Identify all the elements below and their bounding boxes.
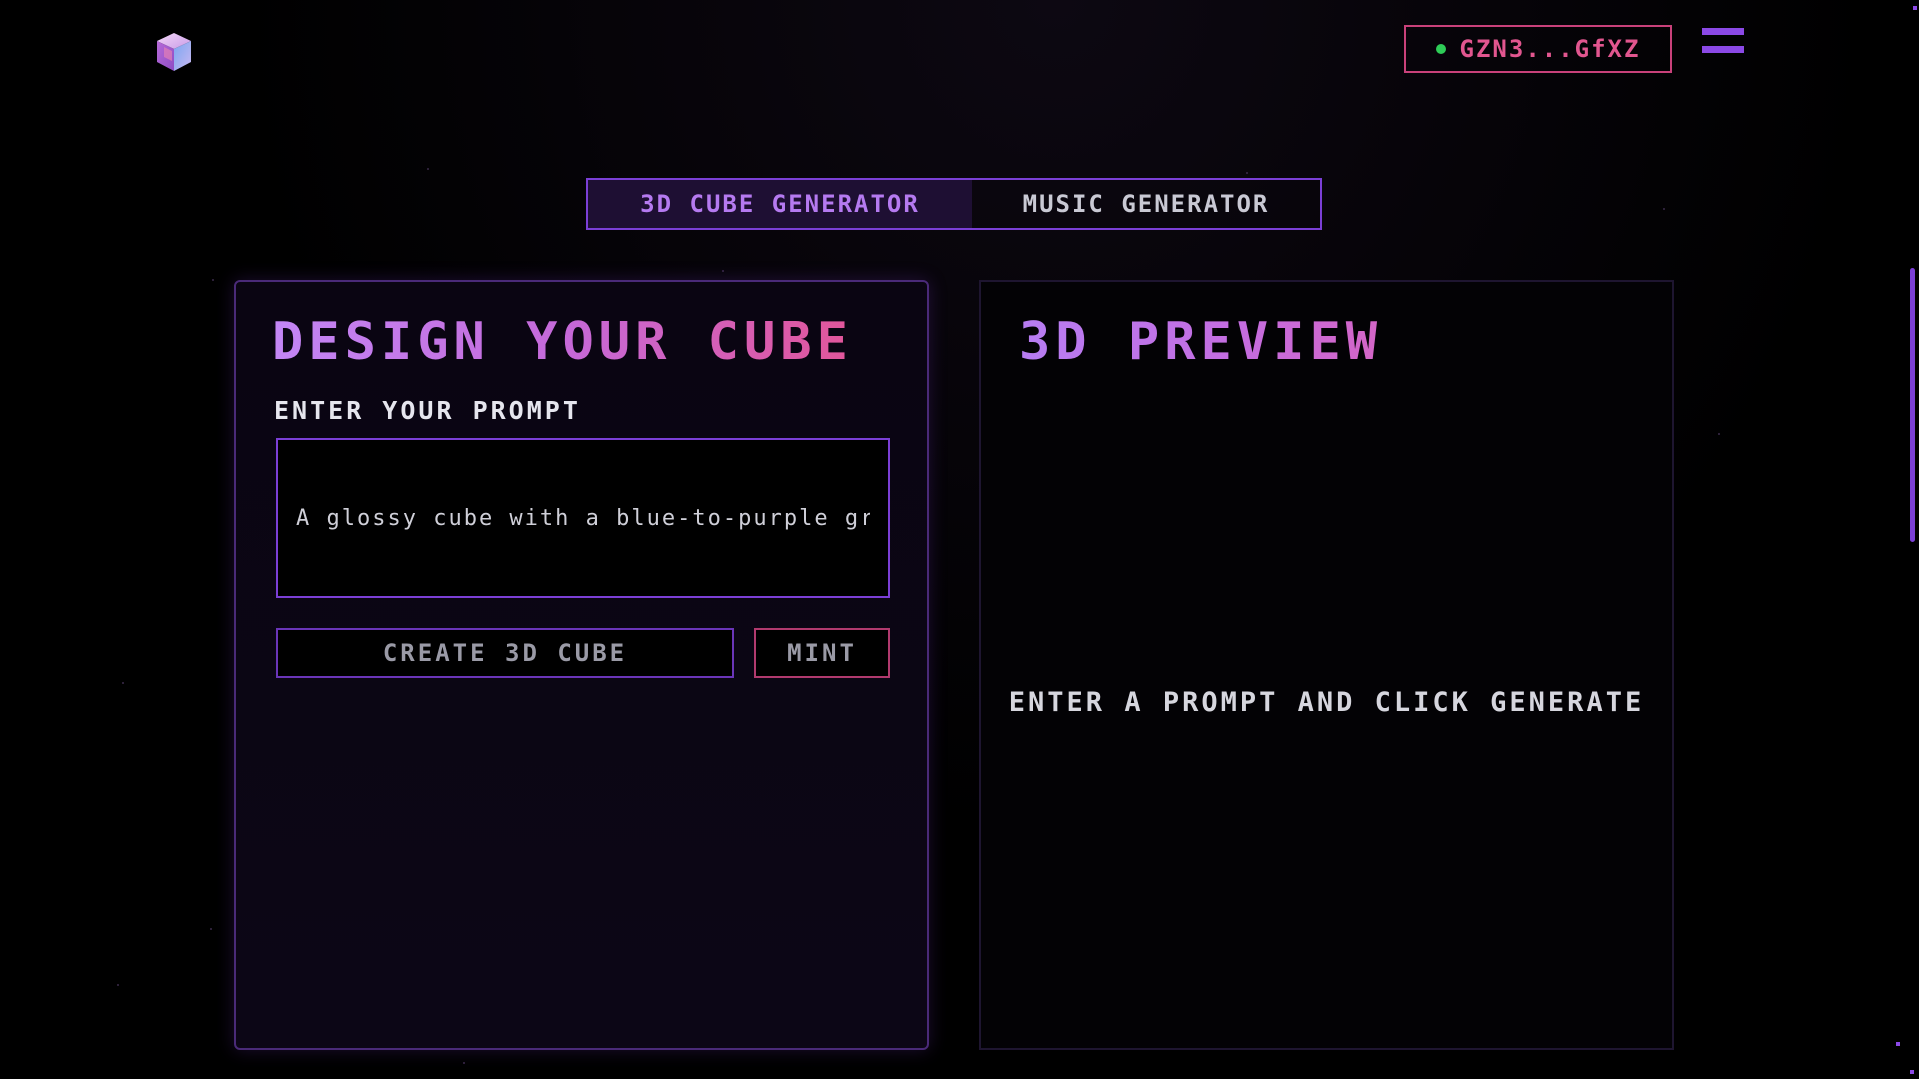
create-3d-cube-button[interactable]: CREATE 3D CUBE [276,628,734,678]
online-dot-icon [1435,44,1446,54]
design-panel: DESIGN YOUR CUBE ENTER YOUR PROMPT CREAT… [234,280,929,1050]
app-page: GZN3...GfXZ 3D CUBE GENERATOR MUSIC GENE… [0,0,1919,1079]
prompt-label: ENTER YOUR PROMPT [274,396,581,425]
page-scrollbar[interactable] [1910,268,1915,542]
background-star [212,279,214,281]
preview-panel: 3D PREVIEW ENTER A PROMPT AND CLICK GENE… [979,280,1674,1050]
corner-decoration [1896,1042,1900,1046]
background-star [722,270,724,272]
preview-hint: ENTER A PROMPT AND CLICK GENERATE [1008,687,1645,718]
preview-panel-title: 3D PREVIEW [1019,312,1383,372]
wallet-button[interactable]: GZN3...GfXZ [1404,25,1672,73]
generator-tabs: 3D CUBE GENERATOR MUSIC GENERATOR [586,178,1322,230]
tab-3d-cube-generator[interactable]: 3D CUBE GENERATOR [588,180,972,228]
prompt-input[interactable] [276,438,890,598]
background-star [1663,208,1665,210]
corner-decoration [1913,6,1917,10]
background-star [122,682,124,684]
hamburger-menu-icon[interactable] [1702,28,1744,60]
background-star [1718,433,1720,435]
background-star [1246,172,1248,174]
background-star [463,1062,465,1064]
corner-decoration [1910,1070,1914,1074]
mint-button[interactable]: MINT [754,628,890,678]
background-star [427,168,429,170]
background-star [117,984,119,986]
cube-logo-icon[interactable] [152,30,196,74]
tab-music-generator[interactable]: MUSIC GENERATOR [972,180,1320,228]
wallet-address: GZN3...GfXZ [1459,35,1641,63]
design-panel-title: DESIGN YOUR CUBE [272,312,853,372]
background-star [210,928,212,930]
